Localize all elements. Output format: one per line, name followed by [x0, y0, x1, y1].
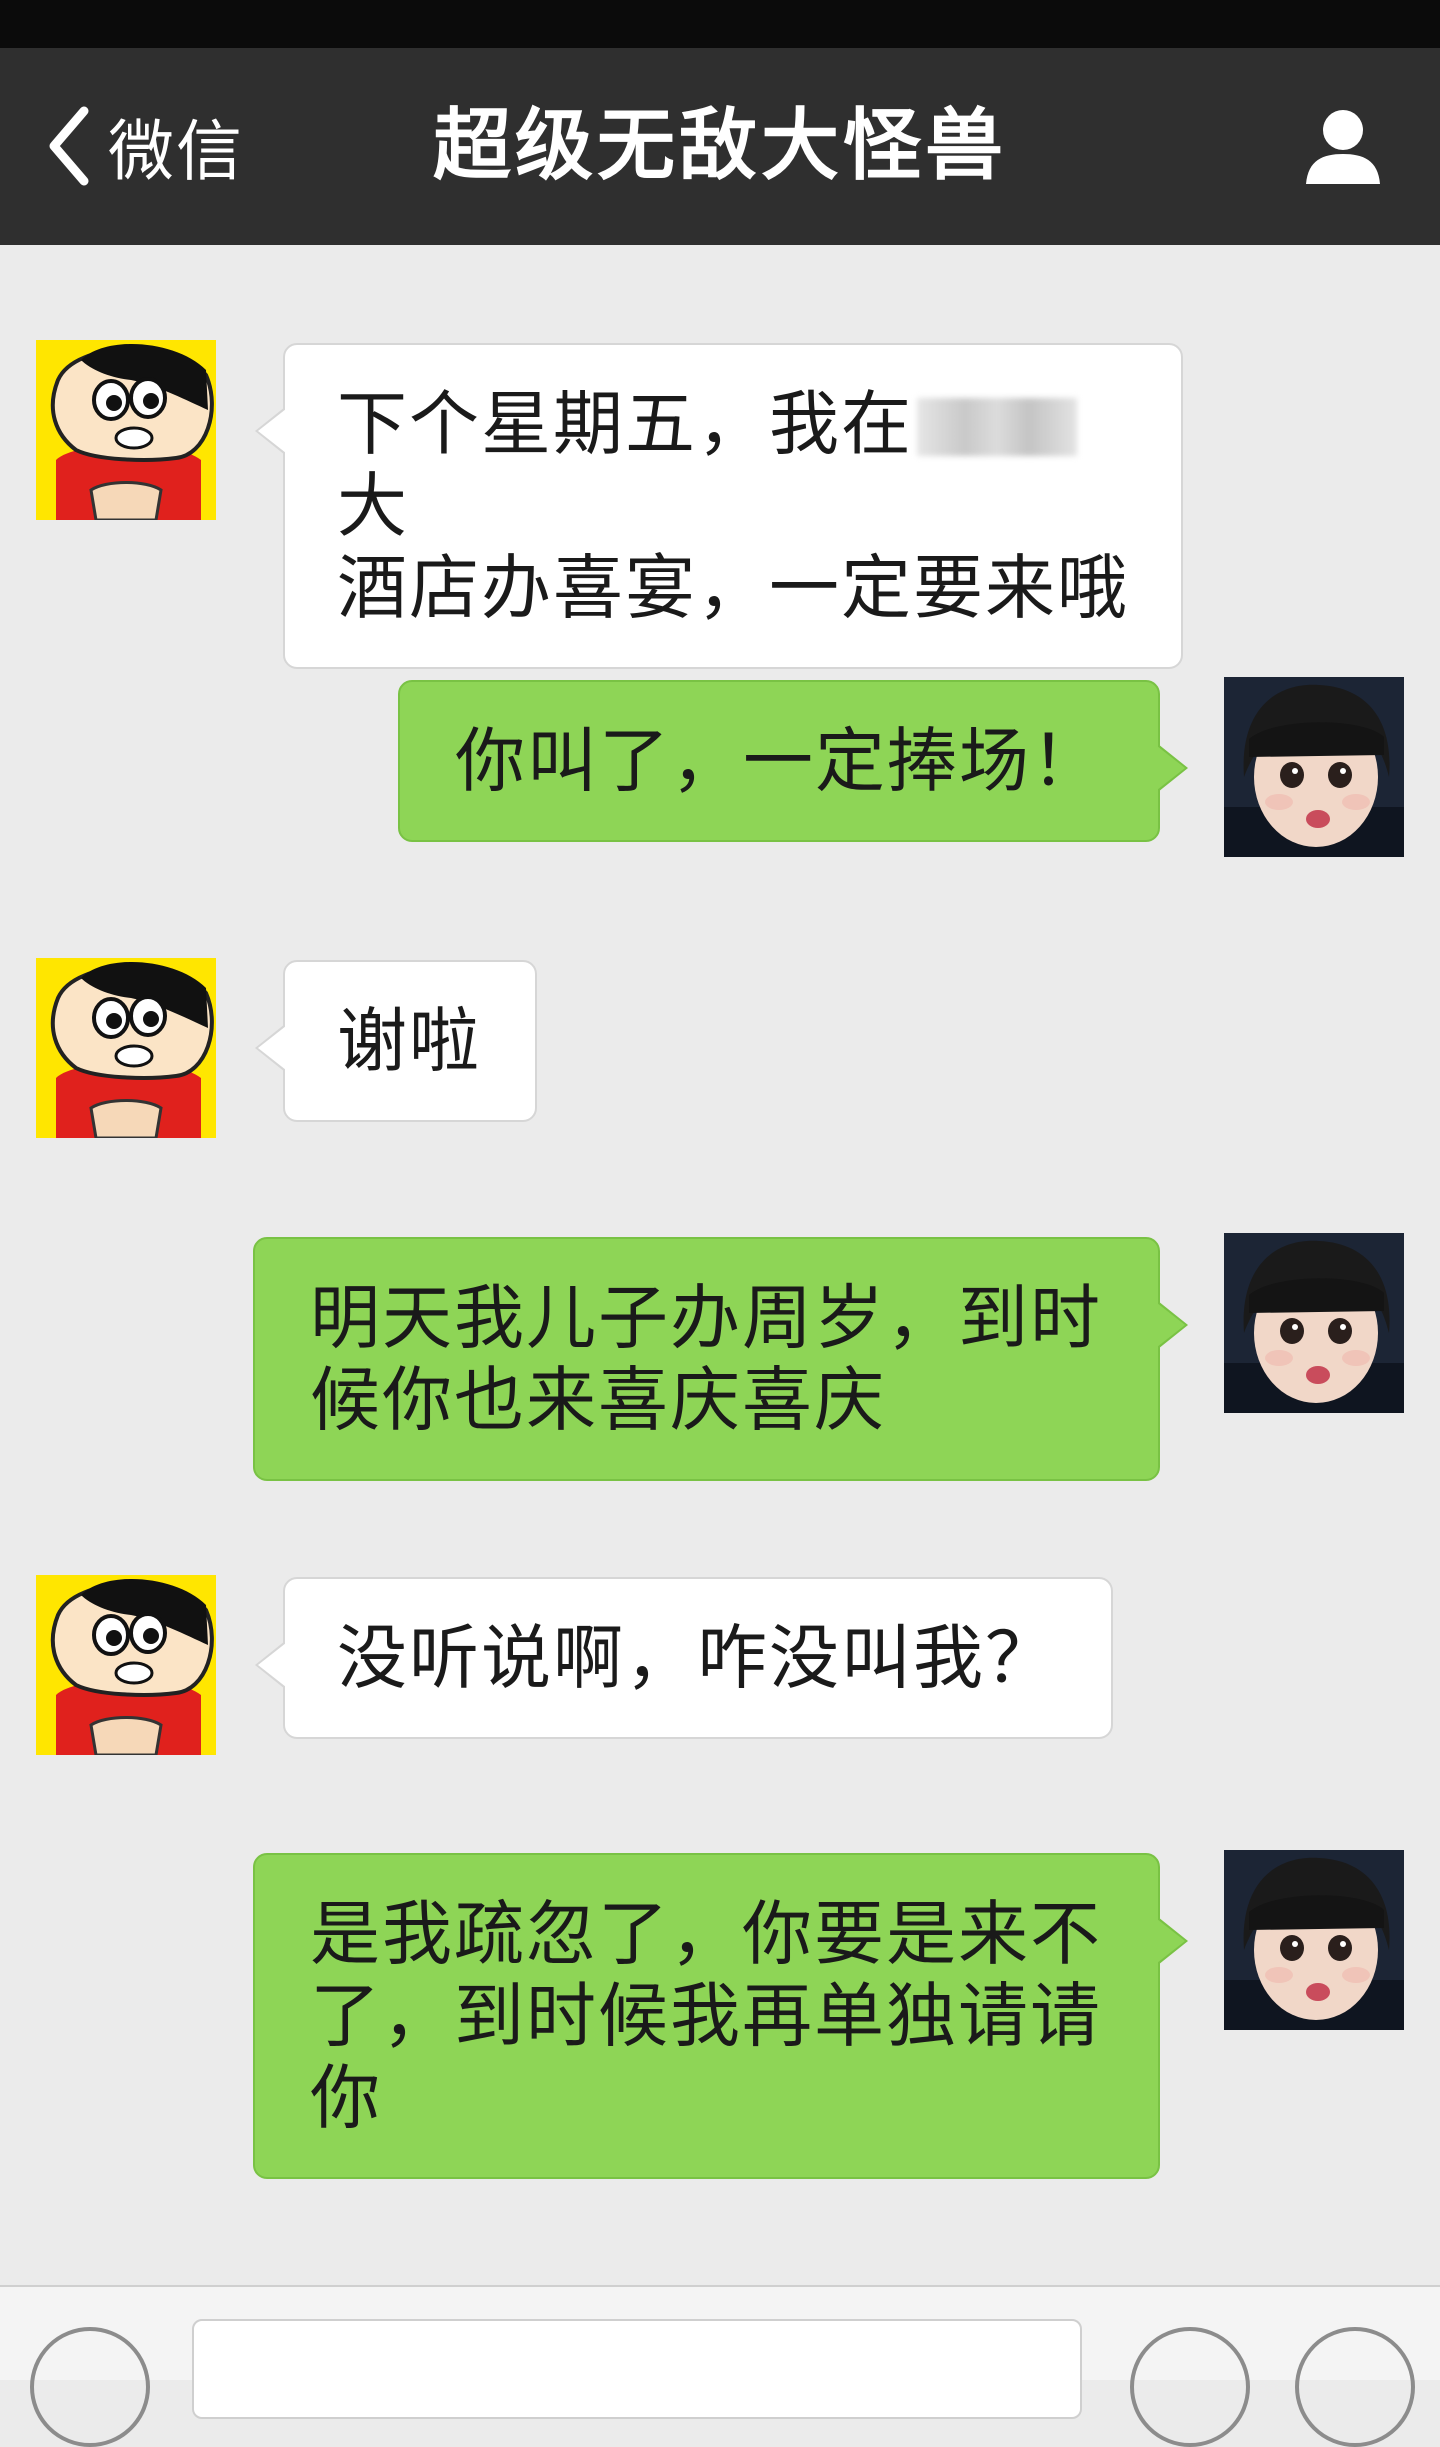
person-icon: [1306, 110, 1380, 184]
chat-title: 超级无敌大怪兽: [432, 101, 1007, 191]
girl-photo-avatar-icon: [1224, 677, 1404, 857]
profile-button[interactable]: [1298, 102, 1388, 192]
message-text: 没听说啊，咋没叫我？: [337, 1617, 1057, 1699]
more-button[interactable]: [1295, 2327, 1415, 2447]
message-text: 下个星期五，我在: [337, 383, 913, 465]
message-input[interactable]: [192, 2319, 1082, 2419]
input-bar: [0, 2285, 1440, 2447]
my-avatar[interactable]: [1224, 1233, 1404, 1413]
message-bubble-incoming[interactable]: 下个星期五，我在大 酒店办喜宴，一定要来哦: [255, 343, 1183, 669]
contact-avatar[interactable]: [36, 1575, 216, 1755]
status-bar: [0, 0, 1440, 48]
voice-button[interactable]: [30, 2327, 150, 2447]
message-text-continued: 大 酒店办喜宴，一定要来哦: [337, 465, 1129, 629]
message-text: 是我疏忽了，你要是来不 了，到时候我再单独请请 你: [310, 1893, 1102, 2139]
cartoon-boy-avatar-icon: [36, 958, 216, 1138]
cartoon-boy-avatar-icon: [36, 1575, 216, 1755]
message-bubble-incoming[interactable]: 没听说啊，咋没叫我？: [255, 1577, 1113, 1739]
message-bubble-incoming[interactable]: 谢啦: [255, 960, 537, 1122]
message-bubble-outgoing[interactable]: 你叫了，一定捧场！: [398, 680, 1188, 842]
my-avatar[interactable]: [1224, 677, 1404, 857]
chat-area[interactable]: 下个星期五，我在大 酒店办喜宴，一定要来哦 你叫了，一定捧场！ 谢啦 明天我儿子…: [0, 245, 1440, 2285]
contact-avatar[interactable]: [36, 958, 216, 1138]
emoji-button[interactable]: [1130, 2327, 1250, 2447]
message-bubble-outgoing[interactable]: 是我疏忽了，你要是来不 了，到时候我再单独请请 你: [253, 1853, 1188, 2179]
nav-bar: 微信 超级无敌大怪兽: [0, 48, 1440, 245]
girl-photo-avatar-icon: [1224, 1850, 1404, 2030]
message-text: 明天我儿子办周岁，到时 候你也来喜庆喜庆: [310, 1277, 1102, 1441]
my-avatar[interactable]: [1224, 1850, 1404, 2030]
message-text: 你叫了，一定捧场！: [455, 720, 1103, 802]
message-text: 谢啦: [337, 1000, 481, 1082]
contact-avatar[interactable]: [36, 340, 216, 520]
message-bubble-outgoing[interactable]: 明天我儿子办周岁，到时 候你也来喜庆喜庆: [253, 1237, 1188, 1481]
girl-photo-avatar-icon: [1224, 1233, 1404, 1413]
cartoon-boy-avatar-icon: [36, 340, 216, 520]
redacted-blur: [917, 398, 1077, 456]
